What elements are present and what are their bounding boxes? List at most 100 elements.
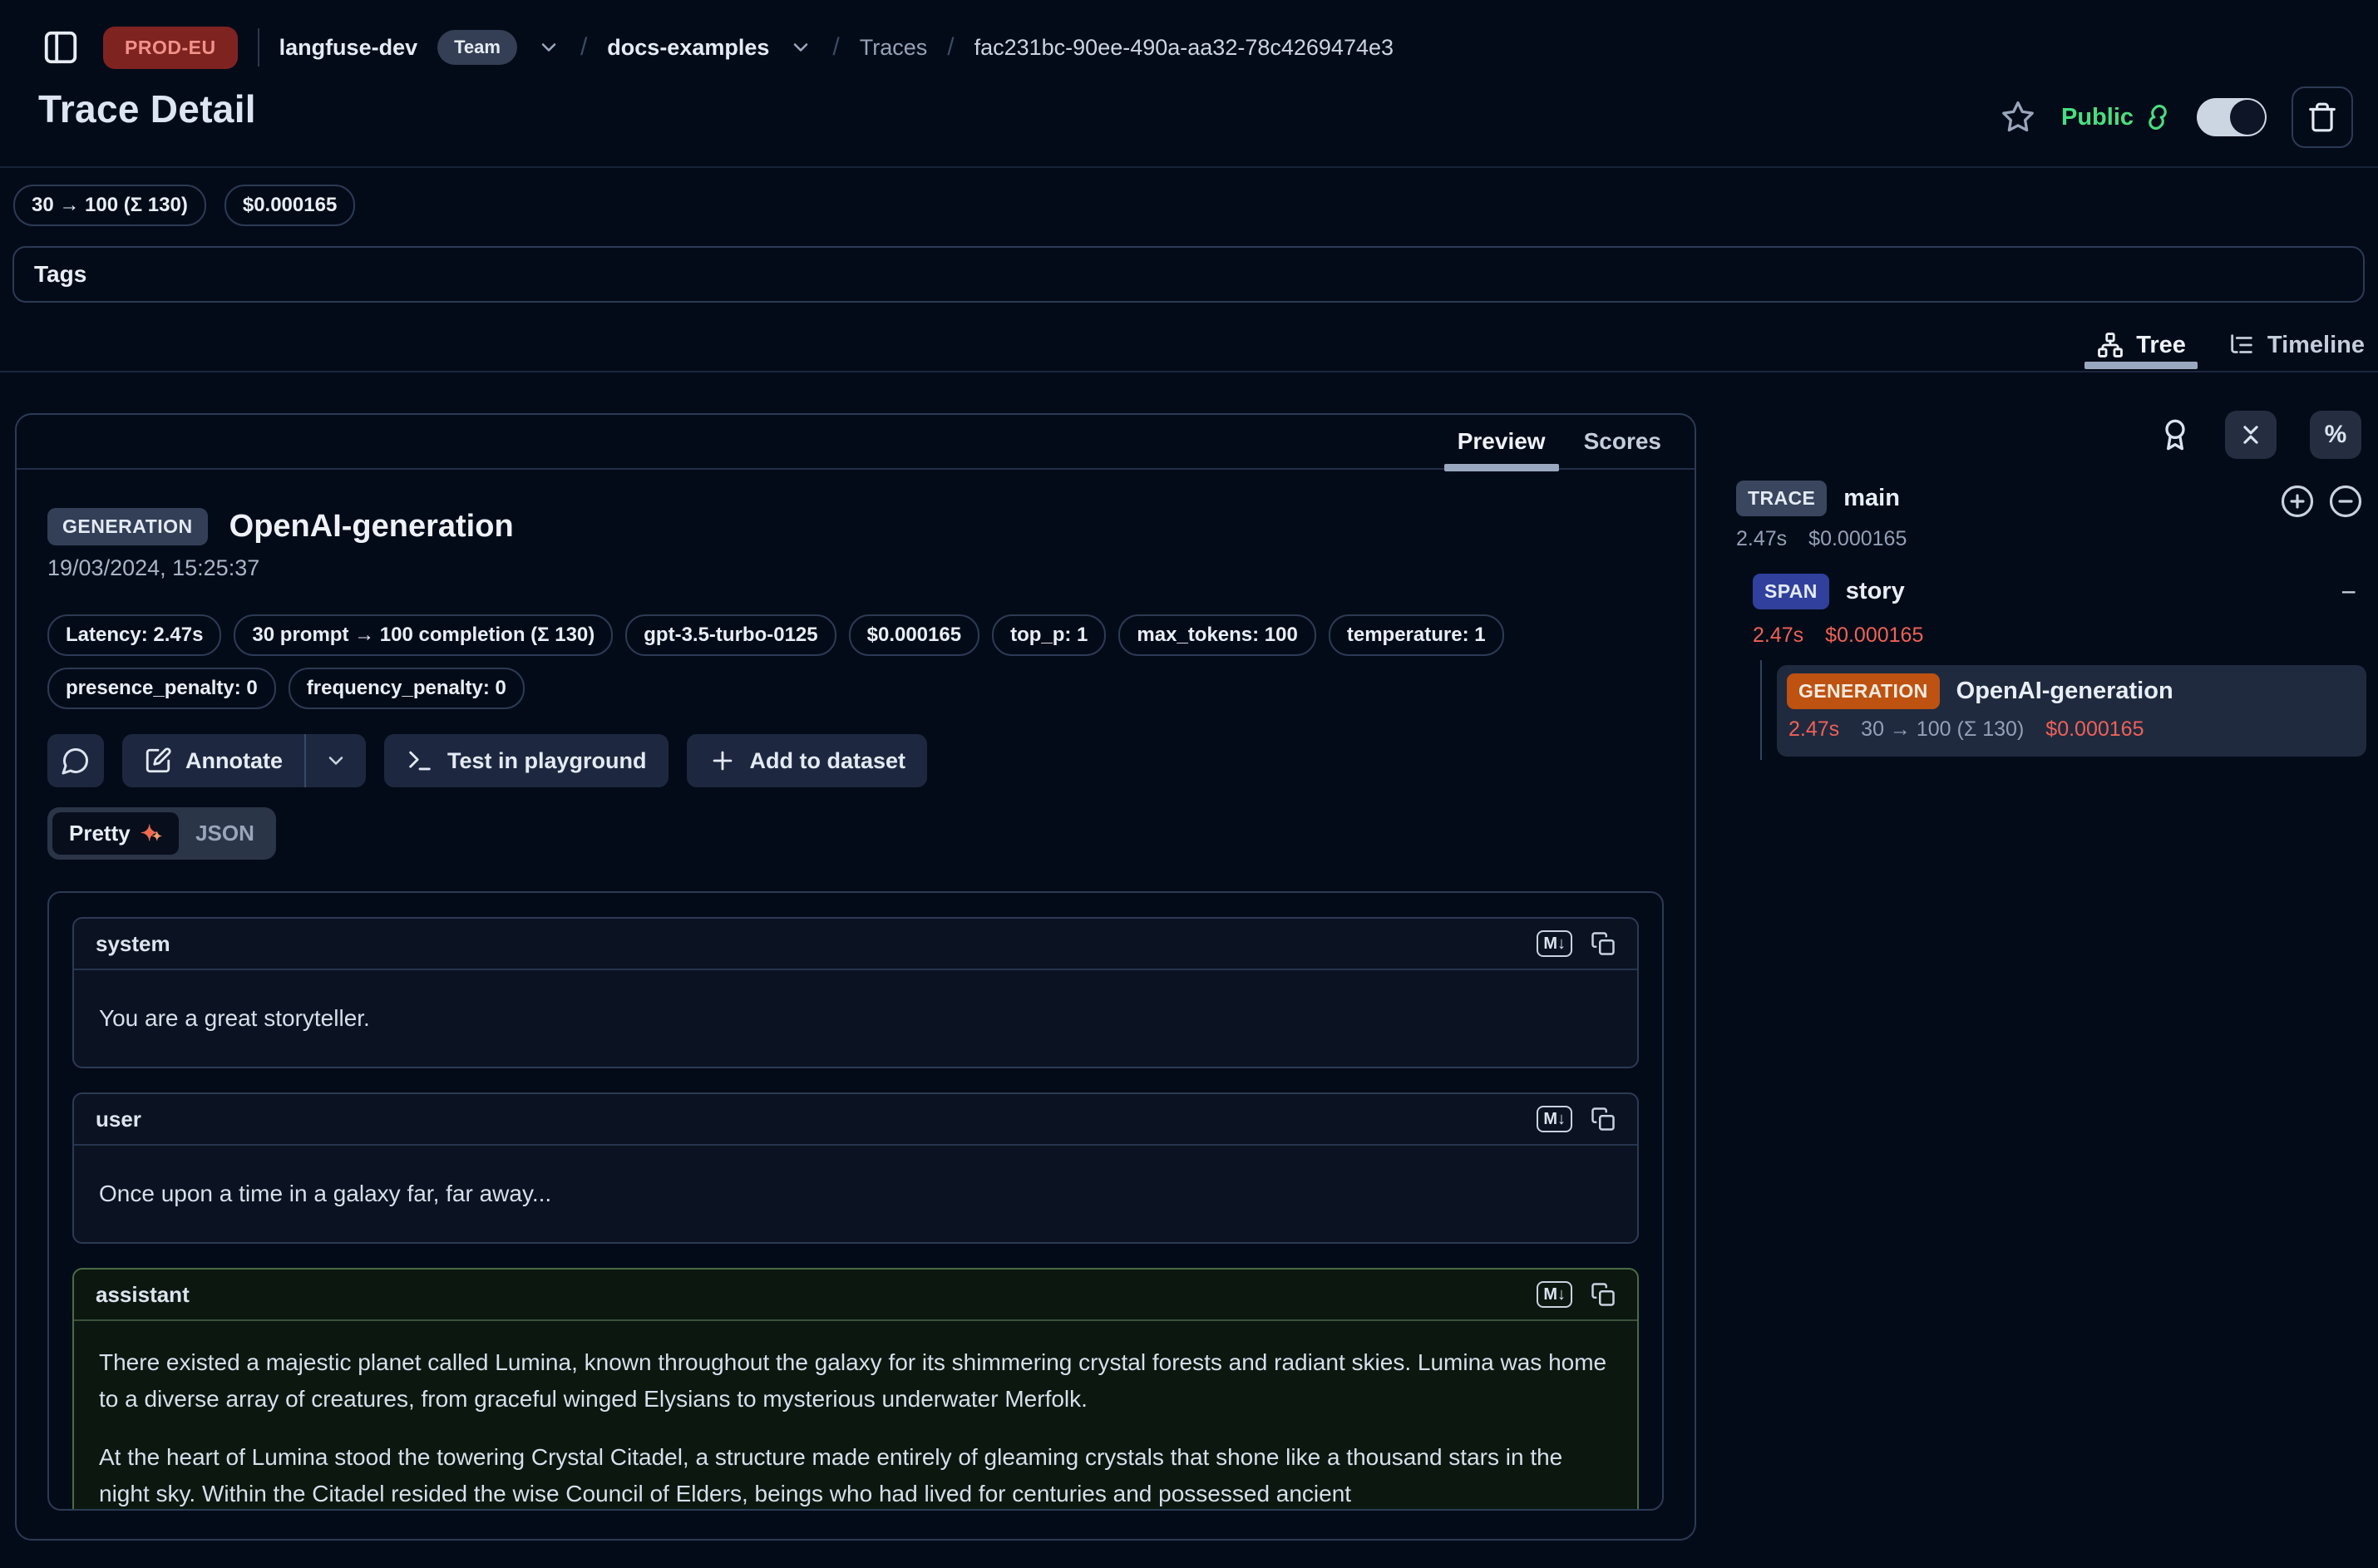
observation-type-badge: GENERATION [47,508,208,545]
test-in-playground-button[interactable]: Test in playground [384,734,669,787]
annotate-dropdown-button[interactable] [306,734,366,787]
org-plan-badge: Team [437,30,517,65]
tab-timeline[interactable]: Timeline [2228,331,2365,359]
award-icon[interactable] [2158,418,2192,451]
copy-icon[interactable] [1591,1107,1616,1132]
collapse-node-icon[interactable]: − [2341,577,2356,608]
edit-icon [144,747,172,775]
tab-tree-label: Tree [2136,332,2186,359]
panel-tabs: Preview Scores [17,415,1695,470]
markdown-toggle-icon[interactable]: M↓ [1537,1281,1572,1308]
copy-icon[interactable] [1591,931,1616,956]
tags-label: Tags [34,261,86,288]
annotate-label: Annotate [185,748,283,774]
markdown-toggle-icon[interactable]: M↓ [1537,930,1572,957]
generation-latency: 2.47s [1788,717,1839,742]
tree-node-generation-selected[interactable]: GENERATION OpenAI-generation 2.47s 30 → … [1777,665,2366,757]
chevron-down-icon[interactable] [789,36,812,59]
tab-preview[interactable]: Preview [1458,428,1546,455]
message-content: You are a great storyteller. [74,970,1637,1067]
format-pretty-button[interactable]: Pretty ✦✦ [52,812,179,855]
observation-body: GENERATION OpenAI-generation 19/03/2024,… [17,508,1695,1511]
model-badge: gpt-3.5-turbo-0125 [625,614,836,656]
annotate-button[interactable]: Annotate [122,734,304,787]
add-to-dataset-label: Add to dataset [750,748,906,774]
trace-cost: $0.000165 [1808,527,1907,551]
latency-badge: Latency: 2.47s [47,614,221,656]
comment-icon [61,746,91,776]
span-latency: 2.47s [1753,624,1803,648]
message-role: assistant [96,1282,190,1308]
trash-icon [2306,101,2338,133]
public-label: Public [2061,104,2134,131]
tree-node-trace[interactable]: TRACE main [1736,481,1900,516]
message-content: Once upon a time in a galaxy far, far aw… [74,1146,1637,1242]
message-header: user M↓ [74,1094,1637,1146]
add-to-dataset-button[interactable]: Add to dataset [687,734,928,787]
public-share-link[interactable]: Public [2061,103,2172,131]
observation-actions: Annotate Test in playground Add to datas… [47,734,1664,787]
tab-timeline-label: Timeline [2267,332,2365,359]
format-json-button[interactable]: JSON [179,812,271,855]
breadcrumb-project[interactable]: docs-examples [607,35,769,61]
assistant-paragraph: At the heart of Lumina stood the towerin… [99,1439,1612,1511]
cost-badge: $0.000165 [224,185,355,226]
breadcrumb-slash: / [580,33,587,62]
metrics-toggle-button[interactable]: % [2310,411,2361,459]
presence-penalty-badge: presence_penalty: 0 [47,668,276,709]
trace-detail-page: PROD-EU langfuse-dev Team / docs-example… [0,0,2378,1568]
tab-tree[interactable]: Tree [2096,331,2186,359]
generation-type-badge: GENERATION [1787,673,1940,709]
tree-icon [2096,331,2124,359]
message-tools: M↓ [1537,1106,1616,1132]
public-toggle[interactable] [2197,98,2267,136]
tags-box[interactable]: Tags [12,246,2365,303]
collapse-all-button[interactable] [2225,411,2277,459]
markdown-toggle-icon[interactable]: M↓ [1537,1106,1572,1132]
generation-node-header: GENERATION OpenAI-generation [1787,673,2356,709]
observation-timestamp: 19/03/2024, 15:25:37 [47,555,1664,581]
pretty-label: Pretty [69,821,131,846]
tab-scores[interactable]: Scores [1584,428,1661,455]
copy-icon[interactable] [1591,1282,1616,1307]
playground-label: Test in playground [447,748,647,774]
star-icon[interactable] [2000,99,2036,136]
message-user: user M↓ Once upon a time in a galaxy far… [72,1092,1639,1244]
tree-toolbar: % [2158,411,2361,459]
format-toggle: Pretty ✦✦ JSON [47,807,276,860]
breadcrumb-traces[interactable]: Traces [860,35,928,61]
chevron-down-icon[interactable] [537,36,560,59]
delete-trace-button[interactable] [2292,86,2353,148]
generation-name: OpenAI-generation [1956,678,2173,705]
tree-node-span[interactable]: SPAN story [1753,574,1905,609]
tab-preview-label: Preview [1458,428,1546,454]
breadcrumb-trace-id: fac231bc-90ee-490a-aa32-78c4269474e3 [974,35,1394,61]
message-header: assistant M↓ [74,1270,1637,1321]
frequency-penalty-badge: frequency_penalty: 0 [289,668,525,709]
message-content: There existed a majestic planet called L… [74,1321,1637,1511]
breadcrumb-slash: / [832,33,839,62]
observation-badges-row-1: Latency: 2.47s 30 prompt → 100 completio… [47,614,1664,656]
sidebar-toggle-icon[interactable] [38,25,83,70]
comment-button[interactable] [47,734,104,787]
annotate-split-button: Annotate [122,734,366,787]
message-role: user [96,1107,141,1132]
breadcrumb-org[interactable]: langfuse-dev [279,35,418,61]
span-metrics: 2.47s $0.000165 [1753,624,1923,648]
minus-circle-icon[interactable] [2328,484,2363,519]
generation-cost: $0.000165 [2045,717,2144,742]
observation-badges-row-2: presence_penalty: 0 frequency_penalty: 0 [47,668,1664,709]
cost-badge: $0.000165 [849,614,979,656]
messages-container: system M↓ You are a great storyteller. u… [47,891,1664,1511]
trace-badges: 30 → 100 (Σ 130) $0.000165 [13,185,355,226]
divider [0,371,2378,372]
span-name: story [1846,578,1905,605]
message-role: system [96,931,170,957]
trace-metrics: 2.47s $0.000165 [1736,527,1907,551]
token-usage-badge: 30 → 100 (Σ 130) [13,185,206,226]
trace-name: main [1843,485,1900,512]
trace-latency: 2.47s [1736,527,1787,551]
plus-circle-icon[interactable] [2280,484,2315,519]
view-tabs: Tree Timeline [2096,319,2365,371]
terminal-icon [406,747,434,775]
